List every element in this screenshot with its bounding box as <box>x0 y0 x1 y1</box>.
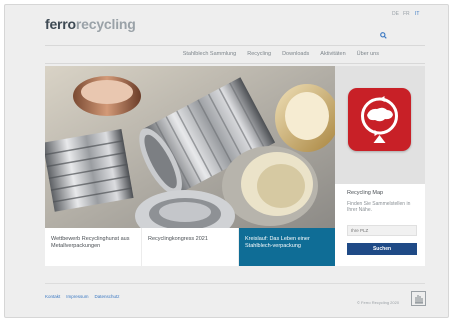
nav-item-stahlblech-sammlung[interactable]: Stahlblech Sammlung <box>183 47 237 62</box>
hero-image-cans <box>45 66 335 228</box>
nav-item-recycling[interactable]: Recycling <box>247 47 271 62</box>
nav-item-aktivitaeten[interactable]: Aktivitäten <box>320 47 345 62</box>
footer-logo-icon[interactable] <box>411 291 426 306</box>
tile-wettbewerb[interactable]: Wettbewerb Recyclinghunst aus Metallverp… <box>45 228 142 266</box>
map-image-area <box>335 66 425 184</box>
hand-icon <box>415 295 423 304</box>
postal-code-input[interactable] <box>347 225 417 236</box>
logo-text-recycling: recycling <box>75 16 136 32</box>
site-logo[interactable]: ferrorecycling <box>45 16 136 32</box>
main-nav: Stahlblech Sammlung Recycling Downloads … <box>45 47 425 62</box>
recycling-map-app-icon[interactable] <box>348 88 411 151</box>
recycling-map-box: Recycling Map Finden Sie Sammelstellen i… <box>335 184 425 266</box>
lang-fr-link[interactable]: FR <box>403 11 410 17</box>
tile-kreislauf[interactable]: Kreislauf: Das Leben einer Stahlblech-ve… <box>239 228 335 266</box>
footer-link-impressum[interactable]: Impressum <box>66 294 88 299</box>
footer-links: Kontakt Impressum Datenschutz <box>45 294 120 299</box>
recycling-map-sidebar: Recycling Map Finden Sie Sammelstellen i… <box>335 66 425 266</box>
header-divider <box>45 45 425 46</box>
recycling-map-description: Finden Sie Sammelstellen in Ihrer Nähe. <box>347 201 411 213</box>
search-button[interactable]: Suchen <box>347 243 417 255</box>
lang-it-link[interactable]: IT <box>415 11 419 17</box>
logo-text-ferro: ferro <box>45 16 76 32</box>
nav-item-downloads[interactable]: Downloads <box>282 47 309 62</box>
search-icon[interactable] <box>380 32 387 39</box>
nav-item-ueber-uns[interactable]: Über uns <box>357 47 379 62</box>
browser-frame: ferrorecycling DE FR IT Stahlblech Samml… <box>4 4 449 318</box>
footer-link-datenschutz[interactable]: Datenschutz <box>95 294 120 299</box>
footer-link-kontakt[interactable]: Kontakt <box>45 294 60 299</box>
footer-divider <box>45 283 425 284</box>
teaser-tiles: Wettbewerb Recyclinghunst aus Metallverp… <box>45 228 335 266</box>
recycling-map-title: Recycling Map <box>347 190 384 196</box>
site-header: ferrorecycling DE FR IT <box>5 5 448 43</box>
nav-divider <box>45 63 425 64</box>
copyright-text: © Ferro Recycling 2020 <box>357 300 400 305</box>
swiss-map-recycle-icon <box>361 96 398 143</box>
lang-de-link[interactable]: DE <box>392 11 399 17</box>
tile-recyclingkongress[interactable]: Recyclingkongress 2021 <box>142 228 239 266</box>
